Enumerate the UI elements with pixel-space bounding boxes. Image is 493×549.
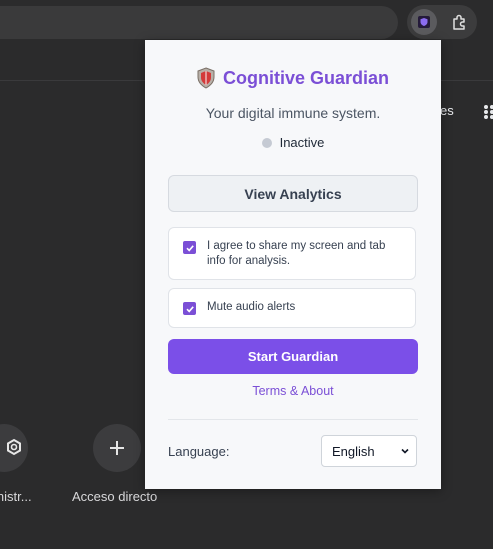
shield-icon bbox=[418, 16, 430, 28]
mute-audio-label: Mute audio alerts bbox=[207, 301, 296, 313]
guardian-extension-button[interactable] bbox=[411, 9, 437, 35]
footer-divider bbox=[168, 419, 418, 420]
shortcut-tile-add[interactable] bbox=[93, 424, 141, 472]
consent-checkbox[interactable] bbox=[183, 241, 196, 254]
extensions-area bbox=[407, 5, 477, 39]
language-select[interactable]: English bbox=[321, 435, 417, 467]
checkmark-icon bbox=[185, 244, 194, 252]
language-label: Language: bbox=[168, 444, 230, 459]
terms-about-link[interactable]: Terms & About bbox=[145, 384, 441, 398]
guardian-popup: Cognitive Guardian Your digital immune s… bbox=[145, 40, 441, 489]
chevron-down-icon bbox=[401, 448, 409, 454]
browser-toolbar bbox=[0, 0, 493, 44]
popup-title: Cognitive Guardian bbox=[222, 67, 390, 88]
puzzle-icon bbox=[453, 14, 465, 30]
status-dot bbox=[261, 137, 272, 148]
checkmark-icon bbox=[185, 305, 194, 313]
address-bar[interactable] bbox=[0, 6, 398, 39]
consent-label: I agree to share my screen and tab info … bbox=[207, 240, 386, 267]
view-analytics-button[interactable]: View Analytics bbox=[168, 175, 418, 212]
start-guardian-button[interactable]: Start Guardian bbox=[168, 339, 418, 374]
gear-hex-icon bbox=[7, 438, 21, 456]
shortcut-label-add: Acceso directo bbox=[72, 489, 158, 504]
shortcut-tile-admin[interactable] bbox=[0, 424, 28, 472]
popup-tagline: Your digital immune system. bbox=[205, 105, 381, 121]
mute-audio-checkbox[interactable] bbox=[183, 302, 196, 315]
status-indicator: Inactive bbox=[145, 135, 441, 150]
apps-grid-icon[interactable] bbox=[483, 104, 493, 120]
consent-option[interactable]: I agree to share my screen and tab info … bbox=[168, 227, 416, 280]
language-selected-value: English bbox=[332, 443, 375, 459]
status-text: Inactive bbox=[279, 135, 325, 150]
popup-header: Cognitive Guardian bbox=[145, 67, 441, 89]
shield-logo-icon bbox=[197, 67, 215, 89]
plus-icon bbox=[110, 441, 124, 455]
background-partial-label: es bbox=[440, 103, 454, 118]
shortcut-label-admin: inistr... bbox=[0, 489, 32, 504]
extensions-puzzle-button[interactable] bbox=[447, 9, 473, 35]
mute-audio-option[interactable]: Mute audio alerts bbox=[168, 288, 416, 328]
